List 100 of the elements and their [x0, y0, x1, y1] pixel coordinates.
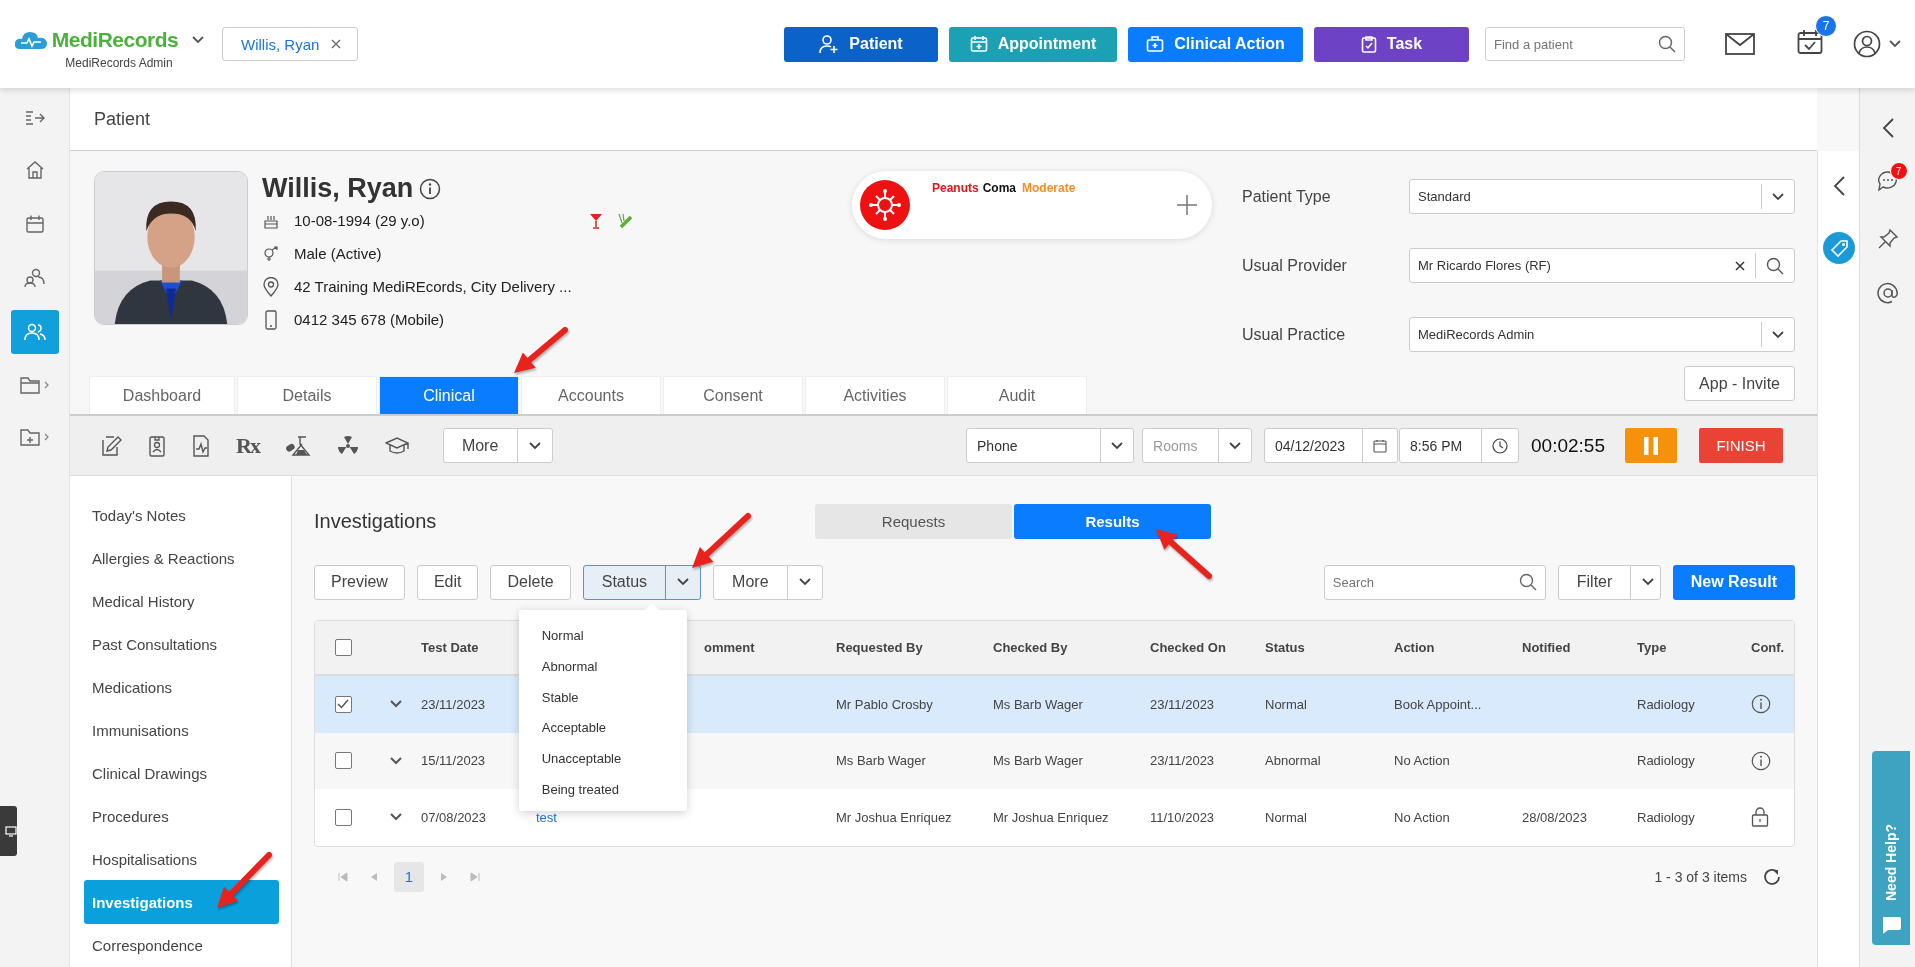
status-option[interactable]: Unacceptable — [518, 743, 687, 774]
calendar-icon[interactable] — [24, 214, 45, 234]
status-option[interactable]: Normal — [518, 620, 687, 652]
chevron-down-icon[interactable] — [192, 36, 205, 44]
close-icon[interactable] — [331, 39, 342, 49]
users-icon[interactable] — [23, 268, 46, 288]
chevron-down-icon[interactable] — [528, 441, 541, 450]
prescription-icon[interactable]: Rx — [236, 432, 259, 459]
home-icon[interactable] — [24, 160, 45, 180]
menu-item[interactable]: Medications — [84, 670, 279, 704]
more-dropdown-button[interactable]: More — [713, 564, 823, 600]
view-toggle[interactable]: Results — [1014, 503, 1211, 539]
mention-icon[interactable] — [1876, 282, 1899, 304]
select-all-checkbox[interactable] — [334, 639, 352, 656]
chevron-left-icon[interactable] — [1881, 118, 1894, 138]
chevron-down-icon[interactable] — [1111, 441, 1124, 450]
calendar-icon[interactable] — [1373, 438, 1388, 453]
date-field[interactable]: 04/12/2023 — [1264, 428, 1399, 463]
menu-item[interactable]: Correspondence — [84, 928, 279, 962]
folder-add-icon[interactable] — [19, 428, 50, 446]
menu-item[interactable]: Immunisations — [84, 713, 279, 747]
header-button[interactable]: Patient — [784, 26, 938, 62]
tab[interactable]: Details — [237, 376, 377, 414]
radiation-icon[interactable] — [336, 434, 359, 457]
info-icon[interactable] — [419, 177, 442, 200]
more-dropdown-button[interactable]: More — [442, 428, 553, 463]
side-tab[interactable] — [0, 806, 17, 856]
info-icon[interactable] — [1751, 694, 1771, 715]
row-checkbox[interactable] — [334, 752, 352, 770]
chevron-down-icon[interactable] — [1889, 40, 1901, 48]
chart-document-icon[interactable] — [192, 434, 210, 457]
user-avatar-icon[interactable] — [1853, 30, 1881, 58]
action-button[interactable]: Edit — [416, 564, 479, 600]
patients-rail-button[interactable] — [10, 310, 59, 354]
menu-item[interactable]: Medical History — [84, 584, 279, 618]
result-link[interactable]: test — [536, 809, 696, 825]
id-badge-icon[interactable] — [148, 434, 166, 457]
time-field[interactable]: 8:56 PM — [1399, 428, 1520, 463]
expand-row-icon[interactable] — [390, 700, 402, 709]
action-button[interactable]: Delete — [490, 564, 571, 600]
clear-icon[interactable] — [1735, 260, 1745, 271]
status-option[interactable]: Being treated — [518, 773, 687, 805]
lab-flask-icon[interactable] — [284, 434, 311, 457]
status-option[interactable]: Abnormal — [518, 651, 687, 682]
calendar-check-icon[interactable] — [1797, 29, 1823, 55]
action-button[interactable]: Preview — [314, 564, 405, 600]
chevron-down-icon[interactable] — [1772, 330, 1784, 339]
search-field[interactable]: Search — [1323, 564, 1546, 600]
mail-icon[interactable] — [1725, 33, 1755, 55]
select-field[interactable]: Standard — [1409, 179, 1795, 214]
tag-icon[interactable] — [1822, 232, 1855, 264]
expand-menu-icon[interactable] — [24, 110, 45, 126]
search-field[interactable]: Find a patient — [1485, 27, 1685, 61]
finish-button[interactable]: FINISH — [1699, 428, 1783, 463]
new-result-button[interactable]: New Result — [1672, 564, 1795, 600]
edit-note-icon[interactable] — [100, 434, 122, 457]
row-checkbox[interactable] — [334, 808, 352, 826]
add-icon[interactable] — [1176, 194, 1198, 216]
header-button[interactable]: Clinical Action — [1128, 26, 1303, 62]
page-button[interactable]: 1 — [394, 861, 424, 892]
info-icon[interactable] — [1751, 750, 1771, 771]
expand-row-icon[interactable] — [390, 756, 402, 765]
folder-icon[interactable] — [19, 376, 50, 394]
menu-item[interactable]: Allergies & Reactions — [84, 541, 279, 575]
chevron-down-icon[interactable] — [1772, 192, 1784, 201]
menu-item[interactable]: Procedures — [84, 799, 279, 833]
pin-icon[interactable] — [1876, 228, 1899, 250]
chevron-down-icon[interactable] — [677, 578, 690, 586]
tab[interactable]: Activities — [805, 376, 945, 414]
graduation-cap-icon[interactable] — [384, 435, 409, 456]
refresh-icon[interactable] — [1763, 867, 1781, 886]
menu-item[interactable]: Clinical Drawings — [84, 756, 279, 790]
status-option[interactable]: Acceptable — [518, 712, 687, 744]
row-checkbox[interactable] — [334, 695, 352, 713]
search-icon[interactable] — [1766, 256, 1784, 275]
expand-row-icon[interactable] — [390, 813, 402, 822]
header-button[interactable]: Task — [1314, 26, 1469, 62]
chevron-left-icon[interactable] — [1832, 176, 1845, 196]
menu-item[interactable]: Hospitalisations — [84, 842, 279, 876]
status-dropdown-button[interactable]: Status — [582, 564, 702, 600]
chevron-down-icon[interactable] — [1642, 578, 1655, 586]
menu-item[interactable]: Today's Notes — [84, 498, 279, 532]
consult-mode-select[interactable]: Phone — [966, 428, 1135, 463]
chevron-down-icon[interactable] — [1229, 441, 1242, 450]
clock-icon[interactable] — [1492, 437, 1509, 454]
app-invite-button[interactable]: App - Invite — [1684, 366, 1795, 401]
filter-dropdown-button[interactable]: Filter — [1557, 564, 1661, 600]
menu-item[interactable]: Past Consultations — [84, 627, 279, 661]
select-field[interactable]: MediRecords Admin — [1409, 317, 1795, 352]
tab[interactable]: Audit — [947, 376, 1087, 414]
tab[interactable]: Clinical — [379, 376, 519, 414]
status-option[interactable]: Stable — [518, 681, 687, 713]
view-toggle[interactable]: Requests — [815, 503, 1012, 539]
patient-tab[interactable]: Willis, Ryan — [222, 27, 359, 61]
lock-icon[interactable] — [1751, 807, 1769, 828]
tab[interactable]: Consent — [663, 376, 803, 414]
chevron-down-icon[interactable] — [798, 578, 811, 586]
lookup-field[interactable]: Mr Ricardo Flores (RF) — [1409, 248, 1795, 283]
tab[interactable]: Accounts — [521, 376, 661, 414]
tab[interactable]: Dashboard — [89, 376, 235, 414]
